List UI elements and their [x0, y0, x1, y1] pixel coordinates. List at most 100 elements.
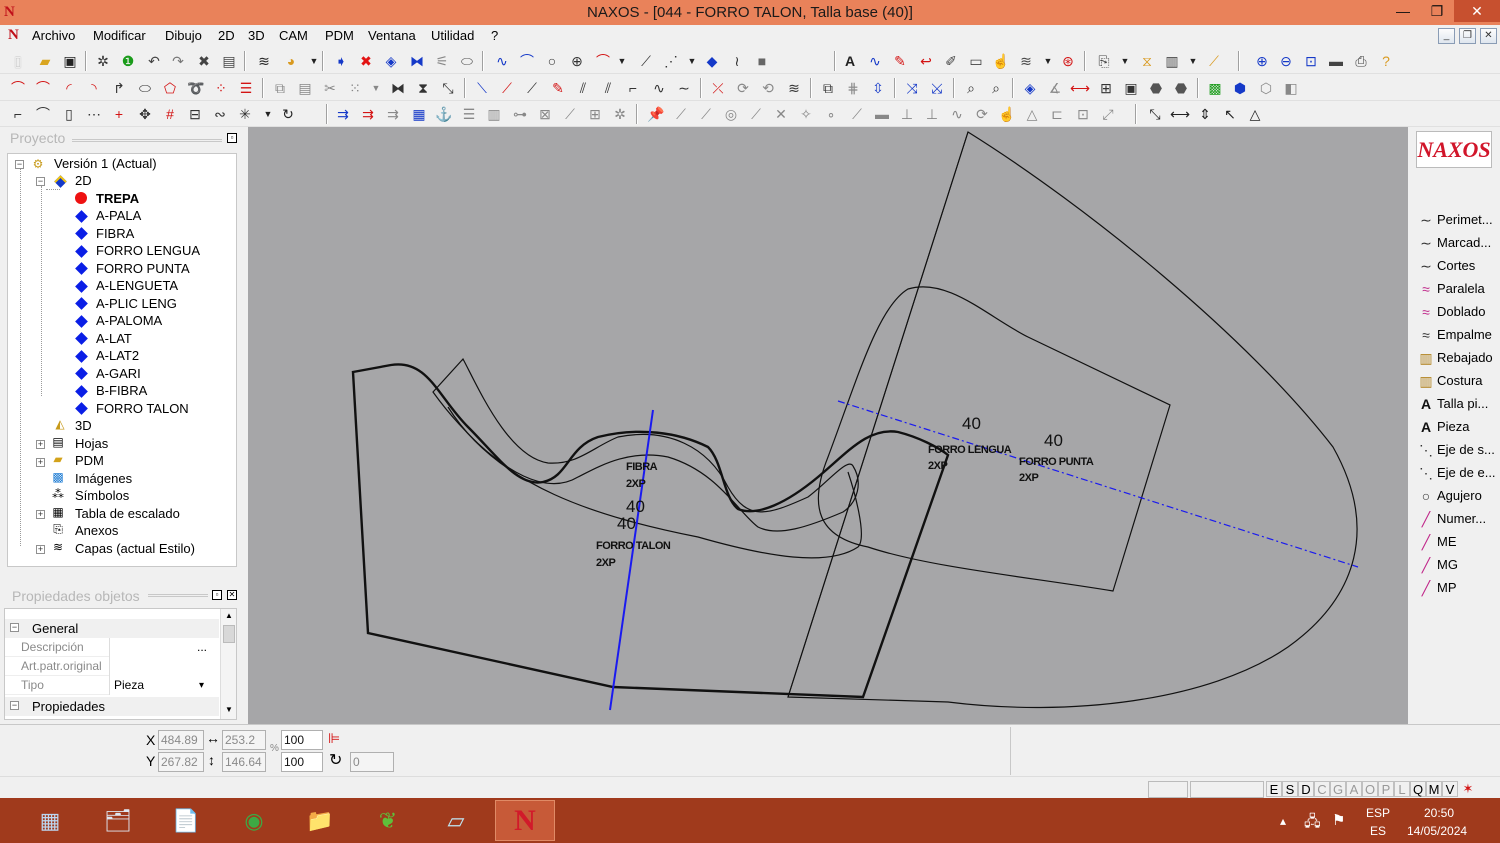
menu-archivo[interactable]: Archivo [32, 28, 75, 43]
menu-modificar[interactable]: Modificar [93, 28, 146, 43]
new-file-icon[interactable]: ▯ [9, 52, 27, 70]
crosshair-icon[interactable]: ⊕ [568, 52, 586, 70]
collapse-icon[interactable]: − [10, 623, 19, 632]
dropdown-arrow-icon[interactable]: ▼ [1184, 52, 1202, 70]
zoom-all-icon[interactable]: ⊡ [1302, 52, 1320, 70]
join-icon[interactable]: ⤨ [903, 79, 921, 97]
text-icon[interactable]: A [841, 52, 859, 70]
width-field[interactable]: 253.2 [222, 730, 266, 750]
line-c-icon[interactable]: ⟋ [747, 105, 765, 123]
panel-pin-icon[interactable]: ▫ [212, 590, 222, 600]
info-icon[interactable]: ❶ [119, 52, 137, 70]
mirror-axis-icon[interactable]: ⤡ [439, 79, 457, 97]
sparkle-icon[interactable]: ✧ [797, 105, 815, 123]
line-blue-icon[interactable]: ⟍ [473, 79, 491, 97]
cut-icon[interactable]: ⧖ [1138, 52, 1156, 70]
hook-icon[interactable]: ↩ [917, 52, 935, 70]
tree-expand-hojas[interactable]: + [36, 440, 45, 449]
rotate-icon[interactable]: ⟳ [734, 79, 752, 97]
fillet-icon[interactable]: ◜ [60, 79, 78, 97]
status-flag-a[interactable]: A [1346, 781, 1362, 797]
dimension-h-icon[interactable]: ⟷ [1170, 105, 1190, 123]
tool-agujero[interactable]: ○ Agujero [1416, 486, 1500, 506]
chevron-down-icon[interactable]: ▾ [199, 676, 204, 695]
tool-empalme[interactable]: ≈ Empalme [1416, 325, 1500, 345]
tool-mg[interactable]: ╱ MG [1416, 555, 1500, 575]
square-icon[interactable]: ■ [753, 52, 771, 70]
status-flag-o[interactable]: O [1362, 781, 1378, 797]
circle-grey-icon[interactable]: ◎ [722, 105, 740, 123]
language-indicator[interactable]: ESP [1366, 806, 1390, 820]
dropdown-arrow-icon[interactable]: ▼ [305, 52, 323, 70]
arc-icon[interactable]: ⌒ [594, 52, 612, 70]
mdi-minimize-button[interactable]: _ [1438, 28, 1455, 44]
node-icon[interactable]: ◈ [1021, 79, 1039, 97]
tool-doblado[interactable]: ≈ Doblado [1416, 302, 1500, 322]
dropdown-arrow-icon[interactable]: ▼ [1116, 52, 1134, 70]
window-icon[interactable]: ▣ [1122, 79, 1140, 97]
pen-icon[interactable]: ✎ [891, 52, 909, 70]
mirror-icon[interactable]: ⧓ [408, 52, 426, 70]
scale-icon[interactable]: ≋ [785, 79, 803, 97]
flag-icon[interactable]: ⚑ [1332, 811, 1345, 829]
bezier-icon[interactable]: ⌒ [518, 52, 536, 70]
tool3d-icon[interactable]: ◧ [1282, 79, 1300, 97]
offset-icon[interactable]: ⫽ [574, 79, 592, 97]
cycle-icon[interactable]: ⟳ [973, 105, 991, 123]
wave-icon[interactable]: ≀ [728, 52, 746, 70]
line-red-icon[interactable]: ⟋ [498, 79, 516, 97]
panel-pin-icon[interactable]: ▫ [227, 133, 237, 143]
minimize-button[interactable]: — [1386, 0, 1420, 22]
duplicate-icon[interactable]: ⧉ [819, 79, 837, 97]
frame-grey-icon[interactable]: ⊡ [1074, 105, 1092, 123]
menu-utilidad[interactable]: Utilidad [431, 28, 474, 43]
anchor-icon[interactable]: ⚓ [435, 105, 453, 123]
line-tool-icon[interactable]: ⟋ [523, 79, 541, 97]
y-coordinate-field[interactable]: 267.82 [158, 752, 204, 772]
paste-icon[interactable]: ▤ [296, 79, 314, 97]
status-flag-c[interactable]: C [1314, 781, 1330, 797]
table-icon[interactable]: ▦ [410, 105, 428, 123]
arc-tool-icon[interactable]: ⌒ [34, 79, 52, 97]
panel-close-icon[interactable]: ✕ [227, 590, 237, 600]
keyboard-layout[interactable]: ES [1370, 824, 1386, 838]
wave2-icon[interactable]: ∿ [650, 79, 668, 97]
shape-icon[interactable]: ⬣ [1147, 79, 1165, 97]
measure-icon[interactable]: ⟋ [1205, 52, 1223, 70]
status-flag-v[interactable]: V [1442, 781, 1458, 797]
close-button[interactable]: ✕ [1454, 0, 1500, 22]
shape2-icon[interactable]: ⬣ [1172, 79, 1190, 97]
taskbar-note-icon[interactable]: ▱ [426, 800, 486, 841]
tool-marcado[interactable]: ∼ Marcad... [1416, 233, 1500, 253]
tree-collapse-root[interactable]: − [15, 160, 24, 169]
bars-icon[interactable]: ▥ [1163, 52, 1181, 70]
corner-tool-icon[interactable]: ⌐ [9, 105, 27, 123]
tool-eje-simetria[interactable]: ⋱ Eje de s... [1416, 440, 1500, 460]
taskbar-folder-icon[interactable]: 📁 [290, 800, 350, 841]
tool-costura[interactable]: ▥ Costura [1416, 371, 1500, 391]
cross-red-icon[interactable]: + [110, 105, 128, 123]
dot-icon[interactable]: ∘ [822, 105, 840, 123]
move-icon[interactable]: ◈ [382, 52, 400, 70]
taskbar-chrome-icon[interactable]: ◉ [224, 800, 284, 841]
columns-icon[interactable]: ▥ [485, 105, 503, 123]
palette-icon[interactable]: ◕ [282, 52, 300, 70]
nodes-icon[interactable]: ⋰ [662, 52, 680, 70]
stack-icon[interactable]: ⋕ [844, 79, 862, 97]
mdi-close-button[interactable]: ✕ [1480, 28, 1497, 44]
steps-icon[interactable]: ⌐ [624, 79, 642, 97]
scroll-up-icon[interactable]: ▲ [225, 611, 233, 620]
hatch-icon[interactable]: ☰ [237, 79, 255, 97]
offset2-icon[interactable]: ⫽ [599, 79, 617, 97]
line-d-icon[interactable]: ⟋ [848, 105, 866, 123]
box-grey-icon[interactable]: ⊠ [536, 105, 554, 123]
curve-text-icon[interactable]: ∿ [866, 52, 884, 70]
height-field[interactable]: 146.64 [222, 752, 266, 772]
tool-mp[interactable]: ╱ MP [1416, 578, 1500, 598]
taskbar-leaf-icon[interactable]: ❦ [358, 800, 418, 841]
rectangle-icon[interactable]: ▭ [967, 52, 985, 70]
triangle-icon[interactable]: △ [1023, 105, 1041, 123]
clock-date[interactable]: 14/05/2024 [1407, 824, 1467, 838]
flip-v-icon[interactable]: ⧗ [414, 79, 432, 97]
scale-y-field[interactable]: 100 [281, 752, 323, 772]
